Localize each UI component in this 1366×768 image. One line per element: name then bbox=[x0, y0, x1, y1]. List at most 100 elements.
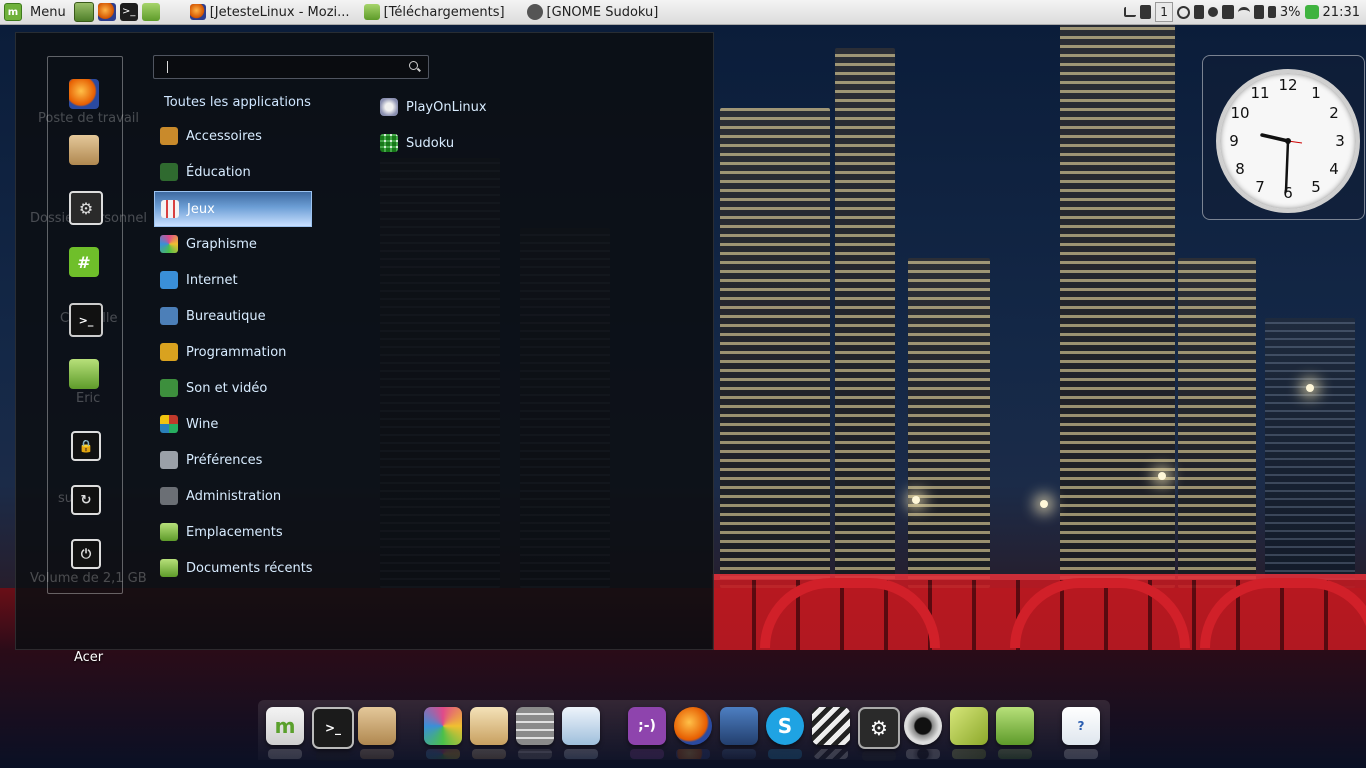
logout-icon[interactable]: ↻ bbox=[71, 485, 101, 515]
shutdown-icon[interactable]: ⏻ bbox=[71, 539, 101, 569]
preferences-icon bbox=[160, 451, 178, 469]
text-cursor bbox=[167, 61, 168, 73]
fav-firefox-icon[interactable] bbox=[69, 79, 99, 109]
calculator-icon[interactable] bbox=[516, 707, 554, 759]
user-icon[interactable] bbox=[1207, 7, 1218, 17]
category-programmation[interactable]: Programmation bbox=[154, 335, 310, 369]
category-graphisme[interactable]: Graphisme bbox=[154, 227, 310, 261]
fav-files-icon[interactable] bbox=[69, 359, 99, 389]
folder-icon bbox=[363, 4, 380, 20]
fav-settings-icon[interactable]: ⚙ bbox=[69, 191, 103, 225]
taskbar-item-sudoku[interactable]: [GNOME Sudoku] bbox=[523, 1, 663, 23]
education-icon bbox=[160, 163, 178, 181]
task-label: [JetesteLinux - Mozi... bbox=[209, 4, 350, 20]
thunderbird-icon[interactable] bbox=[720, 707, 758, 759]
firefox-dock-icon[interactable] bbox=[674, 707, 712, 759]
terminal-icon[interactable]: >_ bbox=[312, 707, 354, 761]
analog-clock: 12 1 2 3 4 5 6 7 8 9 10 11 bbox=[1216, 69, 1360, 213]
desktop-icon-label-acer[interactable]: Acer bbox=[74, 650, 103, 665]
category-label: Graphisme bbox=[186, 236, 257, 252]
workspace-switcher[interactable]: 1 bbox=[1155, 2, 1173, 22]
category-documents-recents[interactable]: Documents récents bbox=[154, 551, 324, 585]
street-lamp bbox=[1040, 500, 1048, 508]
building bbox=[908, 258, 990, 588]
mint-menu-icon[interactable]: m bbox=[266, 707, 304, 759]
applications-menu: Poste de travail Dossier personnel Corbe… bbox=[15, 32, 714, 650]
emoticon-chat-icon[interactable]: ;-) bbox=[628, 707, 666, 759]
mint-logo-icon: m bbox=[4, 3, 22, 21]
building bbox=[720, 108, 830, 588]
clock-hands bbox=[1260, 133, 1303, 193]
internet-icon bbox=[160, 271, 178, 289]
category-administration[interactable]: Administration bbox=[154, 479, 310, 513]
category-education[interactable]: Éducation bbox=[154, 155, 310, 189]
fav-terminal-icon[interactable]: >_ bbox=[69, 303, 103, 337]
clock-desklet: 12 1 2 3 4 5 6 7 8 9 10 11 bbox=[1202, 55, 1365, 220]
firefox-launcher-icon[interactable] bbox=[97, 3, 116, 21]
help-window-icon[interactable]: ? bbox=[1062, 707, 1100, 759]
fav-hashtag-icon[interactable]: # bbox=[69, 247, 99, 277]
sudoku-icon bbox=[380, 134, 398, 152]
games-icon bbox=[161, 200, 179, 218]
recent-folder-icon bbox=[160, 559, 178, 577]
category-label: Éducation bbox=[186, 164, 251, 180]
all-applications-link[interactable]: Toutes les applications bbox=[164, 95, 311, 110]
search-input[interactable] bbox=[153, 55, 429, 79]
terminal-launcher-icon[interactable]: >_ bbox=[119, 3, 138, 21]
camera-icon[interactable] bbox=[904, 707, 942, 759]
privacy-icon[interactable] bbox=[1221, 5, 1234, 19]
app-label: PlayOnLinux bbox=[406, 99, 487, 115]
category-label: Administration bbox=[186, 488, 282, 504]
network-icon[interactable] bbox=[1253, 5, 1264, 19]
category-accessoires[interactable]: Accessoires bbox=[154, 119, 310, 153]
category-label: Wine bbox=[186, 416, 219, 432]
battery-percent: 3% bbox=[1279, 4, 1301, 20]
update-manager-icon[interactable] bbox=[1304, 5, 1319, 19]
files-icon[interactable] bbox=[996, 707, 1034, 759]
video-editor-icon[interactable] bbox=[812, 707, 850, 759]
category-bureautique[interactable]: Bureautique bbox=[154, 299, 310, 333]
menu-button[interactable]: m Menu bbox=[0, 0, 72, 24]
settings-icon[interactable]: ⚙ bbox=[858, 707, 900, 761]
notes-editor-icon[interactable] bbox=[950, 707, 988, 759]
power-icon[interactable] bbox=[1176, 5, 1190, 19]
show-desktop-icon[interactable] bbox=[73, 2, 94, 22]
taskbar-item-firefox[interactable]: [JetesteLinux - Mozi... bbox=[186, 1, 354, 23]
playonlinux-icon bbox=[380, 98, 398, 116]
lock-screen-icon[interactable]: 🔒 bbox=[71, 431, 101, 461]
multimedia-icon bbox=[160, 379, 178, 397]
accessories-icon bbox=[160, 127, 178, 145]
files-launcher-icon[interactable] bbox=[141, 3, 160, 21]
category-preferences[interactable]: Préférences bbox=[154, 443, 310, 477]
clock-text[interactable]: 21:31 bbox=[1323, 5, 1360, 20]
battery-icon[interactable] bbox=[1267, 6, 1276, 18]
category-son-et-video[interactable]: Son et vidéo bbox=[154, 371, 310, 405]
writer-icon[interactable] bbox=[562, 707, 600, 759]
category-wine[interactable]: Wine bbox=[154, 407, 310, 441]
fav-package-installer-icon[interactable] bbox=[69, 135, 99, 165]
office-icon bbox=[160, 307, 178, 325]
category-internet[interactable]: Internet bbox=[154, 263, 310, 297]
category-label: Préférences bbox=[186, 452, 263, 468]
category-label: Jeux bbox=[187, 201, 215, 217]
skype-icon[interactable]: S bbox=[766, 707, 804, 759]
drawing-icon[interactable] bbox=[470, 707, 508, 759]
notes-icon[interactable] bbox=[1193, 5, 1204, 19]
category-emplacements[interactable]: Emplacements bbox=[154, 515, 310, 549]
category-label: Accessoires bbox=[186, 128, 262, 144]
app-sudoku[interactable]: Sudoku bbox=[380, 130, 454, 156]
package-installer-icon[interactable] bbox=[358, 707, 396, 759]
trash-icon[interactable] bbox=[1140, 5, 1152, 19]
app-playonlinux[interactable]: PlayOnLinux bbox=[380, 94, 487, 120]
taskbar-item-downloads[interactable]: [Téléchargements] bbox=[360, 1, 509, 23]
category-label: Son et vidéo bbox=[186, 380, 268, 396]
wine-icon bbox=[160, 415, 178, 433]
building bbox=[1265, 318, 1355, 588]
task-label: [GNOME Sudoku] bbox=[546, 4, 659, 20]
wifi-icon[interactable] bbox=[1237, 6, 1250, 18]
category-label: Programmation bbox=[186, 344, 287, 360]
graphics-palette-icon[interactable] bbox=[424, 707, 462, 759]
category-jeux[interactable]: Jeux bbox=[154, 191, 312, 227]
show-desktop-tray-icon[interactable] bbox=[1124, 7, 1137, 17]
category-label: Bureautique bbox=[186, 308, 266, 324]
